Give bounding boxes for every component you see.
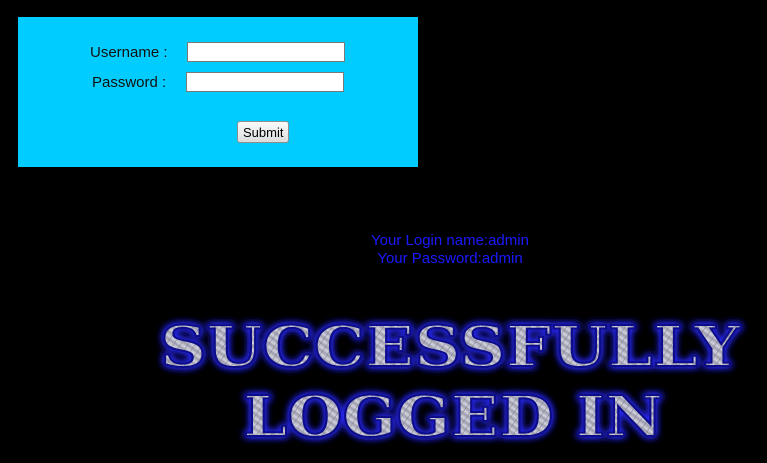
username-input[interactable] (187, 42, 345, 62)
success-banner: SUCCESSFULLY LOGGED IN (159, 313, 742, 451)
login-info: Your Login name:admin Your Password:admi… (300, 232, 600, 268)
password-input[interactable] (186, 72, 344, 92)
submit-button[interactable]: Submit (237, 121, 290, 143)
password-label: Password : (92, 74, 167, 91)
success-text-line1: SUCCESSFULLY (160, 314, 741, 380)
username-label: Username : (90, 44, 168, 61)
login-form-panel: Username : Password : Submit (18, 17, 418, 167)
login-password-text: Your Password:admin (377, 250, 523, 267)
success-text-line2: LOGGED IN (243, 384, 663, 450)
login-name-text: Your Login name:admin (371, 232, 529, 249)
